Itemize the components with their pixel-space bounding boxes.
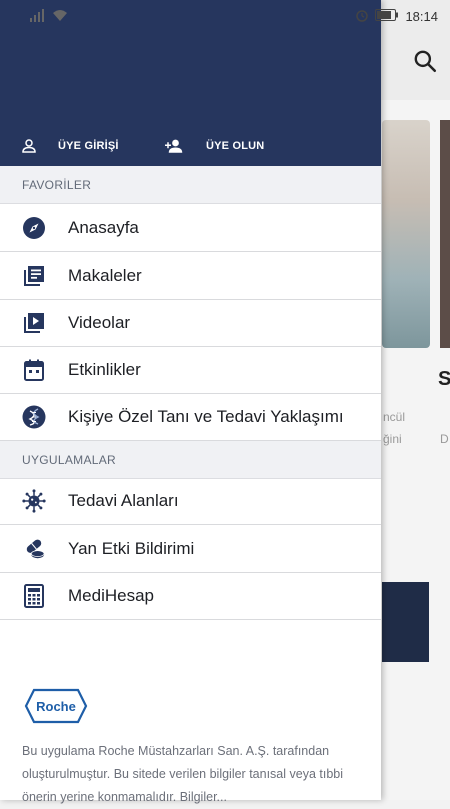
login-button[interactable]: ÜYE GİRİŞİ — [20, 132, 119, 160]
menu-item-label: Yan Etki Bildirimi — [68, 538, 195, 558]
dna-icon — [22, 405, 46, 429]
menu-item-videolar[interactable]: Videolar — [0, 299, 381, 347]
apps-section-header: UYGULAMALAR — [0, 441, 381, 479]
video-library-icon — [22, 311, 46, 335]
navigation-drawer: ÜYE GİRİŞİ ÜYE OLUN FAVORİLER Anasayfa M… — [0, 0, 381, 804]
menu-item-tedavi-alanlari[interactable]: Tedavi Alanları — [0, 477, 381, 525]
search-icon[interactable] — [412, 48, 438, 74]
background-card-title: S — [438, 368, 450, 390]
articles-icon — [22, 264, 46, 288]
background-card-text: ncül — [383, 410, 406, 424]
menu-item-label: Anasayfa — [68, 217, 139, 237]
background-card-image[interactable] — [382, 120, 430, 348]
menu-item-yan-etki[interactable]: Yan Etki Bildirimi — [0, 525, 381, 573]
menu-item-label: Makaleler — [68, 265, 142, 285]
background-banner[interactable] — [382, 582, 429, 662]
menu-item-medihesap[interactable]: MediHesap — [0, 572, 381, 620]
menu-item-etkinlikler[interactable]: Etkinlikler — [0, 346, 381, 394]
menu-item-kisiye-ozel[interactable]: Kişiye Özel Tanı ve Tedavi Yaklaşımı — [0, 393, 381, 441]
pills-icon — [22, 537, 46, 561]
menu-item-label: Tedavi Alanları — [68, 490, 179, 510]
status-bar: 18:14 — [0, 0, 450, 32]
roche-logo: Roche — [24, 688, 88, 729]
alarm-icon — [355, 8, 369, 25]
user-icon — [20, 136, 40, 156]
menu-item-label: MediHesap — [68, 585, 154, 605]
favorites-section-header: FAVORİLER — [0, 166, 381, 204]
status-time: 18:14 — [405, 9, 438, 24]
calculator-icon — [22, 583, 46, 608]
disclaimer-text: Bu uygulama Roche Müstahzarları San. A.Ş… — [22, 744, 343, 804]
menu-item-makaleler[interactable]: Makaleler — [0, 252, 381, 300]
menu-item-label: Kişiye Özel Tanı ve Tedavi Yaklaşımı — [68, 406, 344, 426]
compass-icon — [22, 216, 46, 240]
add-user-icon — [164, 136, 184, 156]
background-card-text: ğini — [383, 432, 402, 446]
calendar-icon — [22, 358, 46, 382]
svg-text:Roche: Roche — [36, 699, 76, 714]
battery-icon — [375, 9, 399, 24]
menu-item-label: Videolar — [68, 312, 131, 332]
signal-icon — [30, 8, 46, 27]
signup-button[interactable]: ÜYE OLUN — [164, 132, 264, 160]
menu-item-label: Etkinlikler — [68, 359, 141, 379]
virus-icon — [22, 488, 46, 513]
menu-item-anasayfa[interactable]: Anasayfa — [0, 204, 381, 252]
background-card-text: D — [440, 432, 449, 446]
login-label: ÜYE GİRİŞİ — [58, 140, 119, 152]
background-card-image-2[interactable] — [440, 120, 450, 348]
signup-label: ÜYE OLUN — [206, 140, 265, 152]
wifi-icon — [52, 8, 68, 27]
